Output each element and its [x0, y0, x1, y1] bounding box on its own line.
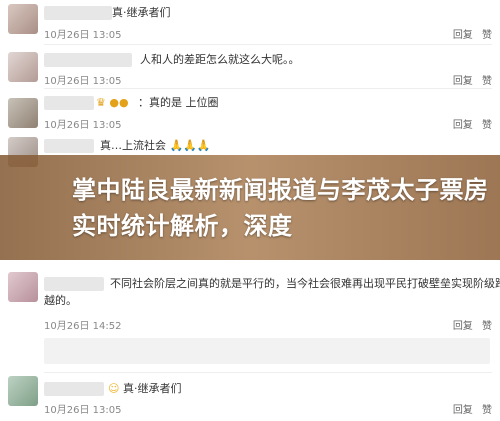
comment-time: 10月26日 13:05: [44, 405, 122, 416]
comment-time: 10月26日 13:05: [44, 120, 122, 131]
comment-actions: 回复 赞: [447, 72, 492, 87]
like-link[interactable]: 赞: [482, 405, 492, 416]
smile-emoji: ☺: [108, 382, 120, 395]
comment-time: 10月26日 13:05: [44, 30, 122, 41]
reply-input-box[interactable]: [44, 338, 490, 364]
comment-text: 人和人的差距怎么就这么大呢。。: [140, 53, 300, 66]
comment-actions: 回复 赞: [447, 26, 492, 41]
like-link[interactable]: 赞: [482, 76, 492, 87]
comment-feed: 真·继承者们 10月26日 13:05 回复 赞 人和人的差距怎么就这么大呢。。…: [0, 0, 500, 421]
like-link[interactable]: 赞: [482, 120, 492, 131]
like-link[interactable]: 赞: [482, 30, 492, 41]
comment-text-line1: 不同社会阶层之间真的就是平行的，当今社会很难再出现平民打破壁垒实现阶级跨: [110, 277, 500, 290]
avatar[interactable]: [8, 4, 38, 34]
comment-text: ☺ 真·继承者们: [108, 382, 182, 395]
banner-title: 掌中陆良最新新闻报道与李茂太子票房实时统计解析，深度: [72, 176, 489, 240]
news-banner-overlay[interactable]: 掌中陆良最新新闻报道与李茂太子票房实时统计解析，深度: [0, 155, 500, 260]
comment-text: 真·继承者们: [112, 6, 171, 19]
divider: [44, 372, 492, 373]
comment-actions: 回复 赞: [447, 401, 492, 416]
praise-hands-emoji: 🙏🙏🙏: [169, 139, 211, 152]
medal-icon: ♛ ●●: [96, 96, 129, 109]
comment-time: 10月26日 14:52: [44, 321, 122, 332]
comment-text: ：真的是 上位圈: [138, 96, 219, 109]
reply-link[interactable]: 回复: [453, 405, 473, 416]
reply-link[interactable]: 回复: [453, 76, 473, 87]
reply-link[interactable]: 回复: [453, 120, 473, 131]
comment-actions: 回复 赞: [447, 116, 492, 131]
divider: [44, 88, 492, 89]
username-blurred[interactable]: [44, 53, 132, 67]
avatar[interactable]: [8, 52, 38, 82]
username-blurred[interactable]: [44, 96, 94, 110]
comment-time: 10月26日 13:05: [44, 76, 122, 87]
avatar[interactable]: [8, 376, 38, 406]
comment-actions: 回复 赞: [447, 317, 492, 332]
username-blurred[interactable]: [44, 277, 104, 291]
badge-icons: ♛ ●●: [96, 96, 129, 110]
reply-link[interactable]: 回复: [453, 321, 473, 332]
username-blurred[interactable]: [44, 6, 112, 20]
comment-text-line2: 越的。: [44, 294, 77, 307]
username-blurred[interactable]: [44, 139, 94, 153]
username-blurred[interactable]: [44, 382, 104, 396]
divider: [44, 44, 492, 45]
like-link[interactable]: 赞: [482, 321, 492, 332]
avatar[interactable]: [8, 272, 38, 302]
reply-link[interactable]: 回复: [453, 30, 473, 41]
avatar[interactable]: [8, 98, 38, 128]
comment-text: 真…上流社会 🙏🙏🙏: [100, 139, 211, 152]
